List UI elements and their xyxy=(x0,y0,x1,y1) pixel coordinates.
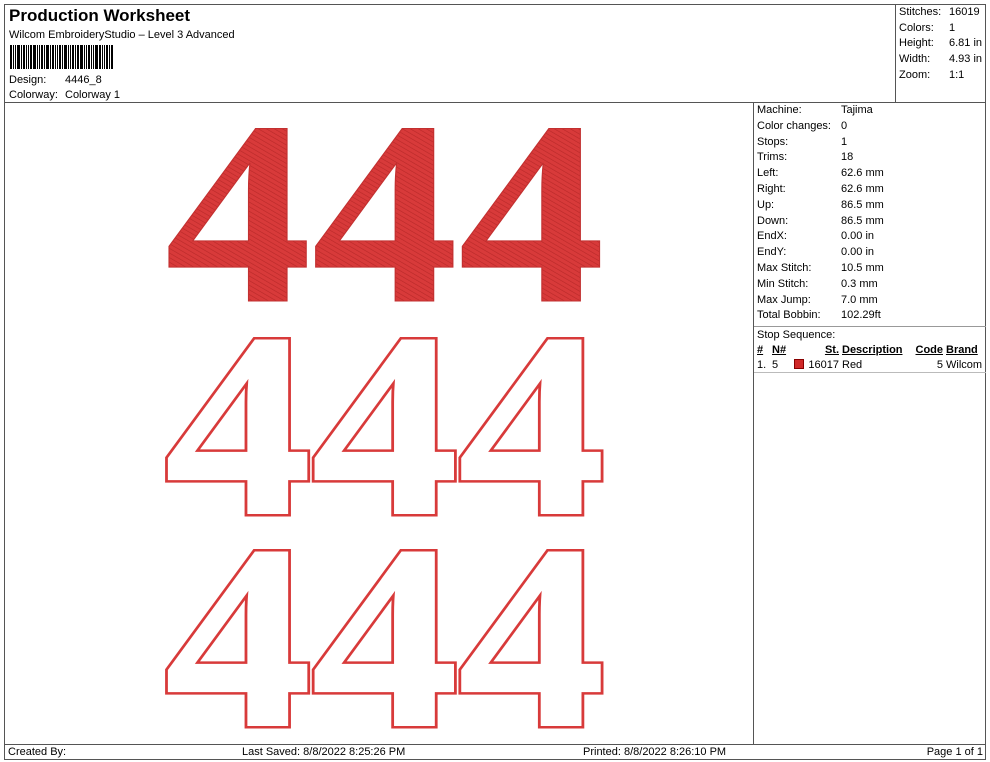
stop-n: 5 xyxy=(772,359,779,372)
info-label: Trims: xyxy=(757,151,788,164)
info-row: Trims: 18 xyxy=(754,150,986,166)
info-row: Up: 86.5 mm xyxy=(754,198,986,214)
info-value: 18 xyxy=(841,151,854,164)
info-row: Machine: Tajima xyxy=(754,103,986,119)
page-title: Production Worksheet xyxy=(9,6,191,25)
col-n-header: N# xyxy=(772,344,787,357)
stat-row: Zoom: 1:1 xyxy=(899,68,986,84)
stat-value: 16019 xyxy=(949,6,980,18)
stat-value: 1 xyxy=(949,21,956,34)
design-value: 4446_8 xyxy=(65,74,102,86)
info-row: Color changes: 0 xyxy=(754,119,986,135)
stop-st: 16017 xyxy=(808,359,839,372)
stat-label: Colors: xyxy=(899,21,934,34)
info-label: Total Bobbin: xyxy=(757,309,821,322)
stat-label: Zoom: xyxy=(899,68,931,81)
stat-row: Height: 6.81 in xyxy=(899,36,986,52)
info-label: Down: xyxy=(757,214,789,227)
col-brand-header: Brand xyxy=(946,344,978,357)
info-label: Max Stitch: xyxy=(757,261,812,274)
info-value: 102.29ft xyxy=(841,309,881,322)
info-list: Machine: Tajima Color changes: 0 Stops: 1 Trim… xyxy=(754,103,986,324)
stat-row: Width: 4.93 in xyxy=(899,52,986,68)
stop-sequence-header: # N# St. Description Code Brand xyxy=(754,343,986,358)
stop-st-cell: 16017 xyxy=(792,358,842,372)
created-by: Created By: xyxy=(8,746,67,758)
info-value: 0.00 in xyxy=(841,246,875,259)
info-label: Color changes: xyxy=(757,119,831,132)
printed-date: Printed: 8/8/2022 8:26:10 PM xyxy=(583,746,727,758)
info-value: 0.00 in xyxy=(841,230,875,243)
design-text-row3-inner: 444 xyxy=(165,492,605,743)
stop-sequence-title: Stop Sequence: xyxy=(757,329,836,342)
stat-label: Stitches: xyxy=(899,6,942,18)
col-num-header: # xyxy=(757,344,764,357)
info-row: Max Stitch: 10.5 mm xyxy=(754,261,986,277)
machine-info-panel: Machine: Tajima Color changes: 0 Stops: 1 Trim… xyxy=(754,103,986,744)
info-value: 62.6 mm xyxy=(841,167,884,180)
info-row: EndY: 0.00 in xyxy=(754,245,986,261)
colorway-label: Colorway: xyxy=(9,89,58,101)
info-label: EndX: xyxy=(757,230,787,243)
info-row: Down: 86.5 mm xyxy=(754,214,986,230)
info-value: Tajima xyxy=(841,104,873,116)
stat-label: Width: xyxy=(899,53,931,66)
worksheet-frame: Production Worksheet Wilcom EmbroiderySt… xyxy=(4,4,986,760)
worksheet-header: Production Worksheet Wilcom EmbroiderySt… xyxy=(5,5,895,103)
design-preview: 444 444 444 444 444 xyxy=(5,103,754,744)
info-value: 10.5 mm xyxy=(841,261,884,274)
col-description-header: Description xyxy=(842,344,903,357)
info-value: 86.5 mm xyxy=(841,198,884,211)
stat-value: 1:1 xyxy=(949,68,965,81)
info-row: Total Bobbin: 102.29ft xyxy=(754,308,986,324)
info-label: Up: xyxy=(757,198,775,211)
info-row: Stops: 1 xyxy=(754,135,986,151)
stat-row: Stitches: 16019 xyxy=(899,5,986,21)
info-value: 0.3 mm xyxy=(841,277,878,290)
last-saved: Last Saved: 8/8/2022 8:25:26 PM xyxy=(242,746,406,758)
stat-value: 4.93 in xyxy=(949,53,983,66)
page-number: Page 1 of 1 xyxy=(926,746,983,758)
info-value: 0 xyxy=(841,119,848,132)
info-label: Right: xyxy=(757,182,786,195)
info-value: 86.5 mm xyxy=(841,214,884,227)
stop-brand: Wilcom xyxy=(946,359,983,372)
stat-label: Height: xyxy=(899,37,934,50)
info-label: Stops: xyxy=(757,135,789,148)
color-swatch xyxy=(794,359,805,370)
info-label: EndY: xyxy=(757,246,787,259)
info-row: Min Stitch: 0.3 mm xyxy=(754,277,986,293)
info-label: Max Jump: xyxy=(757,293,811,306)
design-row: Design: 4446_8 xyxy=(9,74,102,86)
colorway-value: Colorway 1 xyxy=(65,89,121,101)
design-label: Design: xyxy=(9,74,47,86)
barcode xyxy=(10,45,134,69)
stop-code: 5 xyxy=(936,359,943,372)
stat-value: 6.81 in xyxy=(949,37,983,50)
stop-row: 1. 5 16017 Red 5 Wilcom xyxy=(754,358,986,374)
stat-row: Colors: 1 xyxy=(899,21,986,37)
stop-description: Red xyxy=(842,359,863,372)
stats-panel: Stitches: 16019 Colors: 1 Height: 6.81 in W… xyxy=(895,5,986,103)
info-row: Max Jump: 7.0 mm xyxy=(754,293,986,309)
info-row: EndX: 0.00 in xyxy=(754,229,986,245)
stop-num: 1. xyxy=(757,359,767,372)
info-value: 7.0 mm xyxy=(841,293,878,306)
info-row: Right: 62.6 mm xyxy=(754,182,986,198)
col-code-header: Code xyxy=(915,344,944,357)
col-st-header: St. xyxy=(824,344,839,357)
worksheet-footer: Created By: Last Saved: 8/8/2022 8:25:26… xyxy=(5,744,986,760)
colorway-row: Colorway: Colorway 1 xyxy=(9,89,120,101)
info-label: Left: xyxy=(757,167,779,180)
info-value: 62.6 mm xyxy=(841,182,884,195)
info-row: Left: 62.6 mm xyxy=(754,166,986,182)
info-label: Machine: xyxy=(757,104,802,116)
info-value: 1 xyxy=(841,135,848,148)
info-label: Min Stitch: xyxy=(757,277,809,290)
software-name: Wilcom EmbroideryStudio – Level 3 Advanc… xyxy=(9,29,235,41)
stop-sequence: Stop Sequence: # N# St. Description Code… xyxy=(754,326,986,374)
embroidery-design: 444 444 444 444 444 xyxy=(162,103,609,743)
